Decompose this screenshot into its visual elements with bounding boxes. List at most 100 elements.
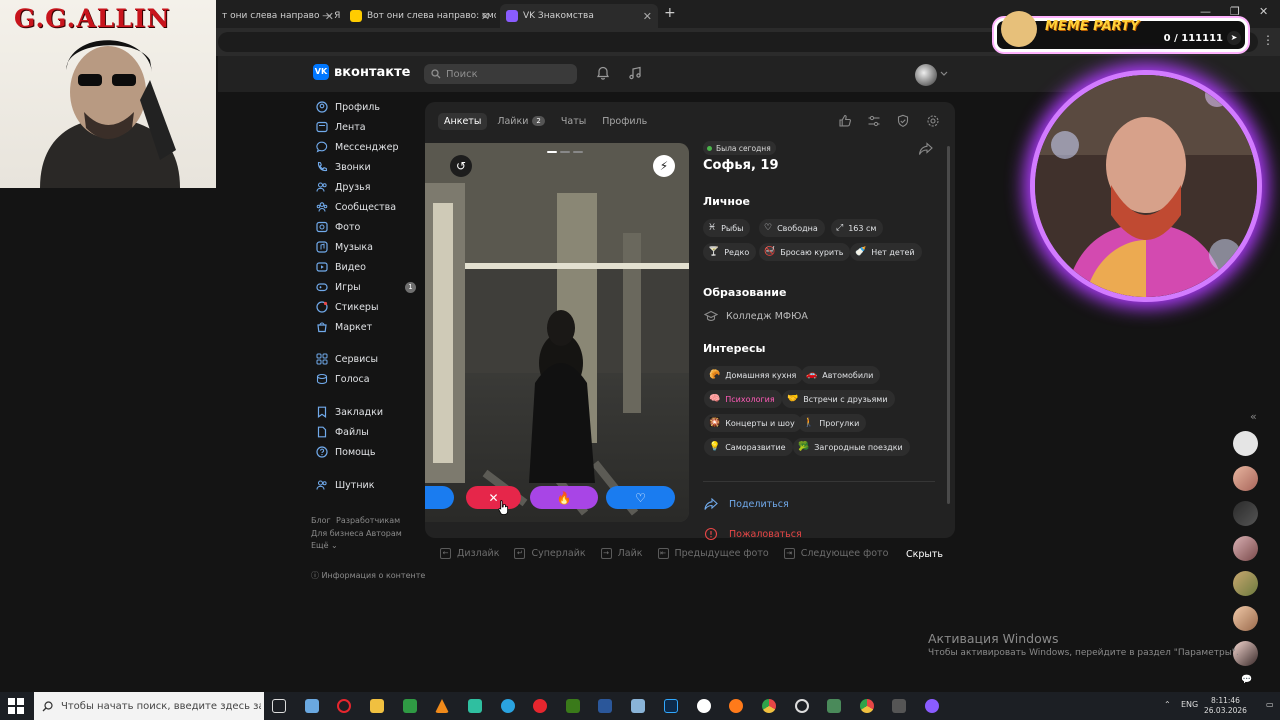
discord-icon[interactable] <box>925 699 939 713</box>
nav-item-votes[interactable]: Голоса <box>310 370 420 388</box>
nav-item-bookmarks[interactable]: Закладки <box>310 403 420 421</box>
share-link[interactable]: Поделиться <box>704 498 789 510</box>
nav-item-games[interactable]: Игры 1 <box>310 278 420 296</box>
nav-item-market[interactable]: Маркет <box>310 318 420 336</box>
app-icon[interactable] <box>566 699 580 713</box>
webcam-overlay <box>1030 70 1262 302</box>
nav-item-stickers[interactable]: Стикеры <box>310 298 420 316</box>
user-avatar[interactable] <box>915 64 937 86</box>
telegram-icon[interactable] <box>501 699 515 713</box>
tab-likes[interactable]: Лайки 2 <box>497 116 545 127</box>
dislike-button[interactable]: ✕ <box>466 486 521 509</box>
windows-start-icon[interactable] <box>8 698 24 714</box>
footer-more[interactable]: Ещё ⌄ <box>311 541 338 550</box>
search-box[interactable] <box>424 64 577 84</box>
app-icon[interactable] <box>892 699 906 713</box>
nav-item-services[interactable]: Сервисы <box>310 350 420 368</box>
language-indicator[interactable]: ENG <box>1181 700 1198 709</box>
profile-photo[interactable] <box>425 143 689 522</box>
task-view-icon[interactable] <box>272 699 286 713</box>
vk-logo[interactable]: VK вконтакте <box>313 64 410 80</box>
app-icon[interactable] <box>795 699 809 713</box>
filters-icon[interactable] <box>867 114 881 128</box>
files-icon <box>317 426 327 438</box>
notifications-icon[interactable]: ▭ <box>1266 700 1274 709</box>
tab-my-profile[interactable]: Профиль <box>602 116 647 127</box>
shield-check-icon[interactable] <box>896 114 910 128</box>
hide-hints-button[interactable]: Скрыть <box>906 549 943 560</box>
tray-chevron-icon[interactable]: ⌃ <box>1164 700 1171 709</box>
app-icon[interactable] <box>468 699 482 713</box>
folder-icon[interactable] <box>370 699 384 713</box>
content-info-link[interactable]: ⓘ Информация о контенте <box>311 570 425 581</box>
nav-item-photos[interactable]: Фото <box>310 218 420 236</box>
gear-icon[interactable] <box>926 114 940 128</box>
footer-link-blog[interactable]: Блог <box>311 516 331 525</box>
avatar[interactable] <box>1233 431 1258 456</box>
browser-menu-icon[interactable]: ⋮ <box>1262 33 1274 47</box>
nav-item-video[interactable]: Видео <box>310 258 420 276</box>
music-note-icon[interactable] <box>628 66 642 80</box>
browser-tab-1[interactable]: т они слева направо — Янд ✕ <box>216 4 340 28</box>
nav-item-friends[interactable]: Друзья <box>310 178 420 196</box>
avatar[interactable] <box>1233 571 1258 596</box>
nav-item-feed[interactable]: Лента <box>310 118 420 136</box>
close-icon[interactable]: ✕ <box>325 10 334 23</box>
opera-gx-icon[interactable] <box>533 699 547 713</box>
thumbs-up-icon[interactable] <box>838 114 852 128</box>
share-icon[interactable] <box>918 142 934 156</box>
report-link[interactable]: Пожаловаться <box>704 527 802 541</box>
new-tab-icon[interactable]: + <box>664 5 676 21</box>
collapse-icon[interactable]: « <box>1250 410 1257 423</box>
chrome-icon[interactable] <box>860 699 874 713</box>
opera-icon[interactable] <box>337 699 351 713</box>
nav-item-music[interactable]: Музыка <box>310 238 420 256</box>
photoshop-icon[interactable] <box>664 699 678 713</box>
bell-icon[interactable] <box>596 66 610 80</box>
avatar[interactable] <box>1233 466 1258 491</box>
boost-button[interactable]: ⚡ <box>653 155 675 177</box>
taskbar-search[interactable] <box>34 692 264 720</box>
chat-bubble-icon[interactable]: 💬 <box>1241 675 1252 685</box>
minimize-icon[interactable]: — <box>1200 5 1211 18</box>
browser-tab-3[interactable]: VK Знакомства ✕ <box>500 4 658 28</box>
close-window-icon[interactable]: ✕ <box>1259 5 1268 18</box>
footer-link-business[interactable]: Для бизнеса <box>311 529 364 538</box>
close-icon[interactable]: ✕ <box>481 10 490 23</box>
footer-link-developers[interactable]: Разработчикам <box>336 516 400 525</box>
app-icon[interactable] <box>403 699 417 713</box>
nav-item-files[interactable]: Файлы <box>310 423 420 441</box>
back-button[interactable] <box>425 486 454 509</box>
firefox-icon[interactable] <box>729 699 743 713</box>
avatar[interactable] <box>1233 606 1258 631</box>
close-icon[interactable]: ✕ <box>643 10 652 23</box>
chrome-icon[interactable] <box>762 699 776 713</box>
avatar[interactable] <box>1233 536 1258 561</box>
browser-tab-2[interactable]: Вот они слева направо: смотр ✕ <box>344 4 496 28</box>
nav-item-calls[interactable]: Звонки <box>310 158 420 176</box>
nav-item-profile[interactable]: Профиль <box>310 98 420 116</box>
chevron-down-icon[interactable] <box>940 71 948 77</box>
word-icon[interactable] <box>598 699 612 713</box>
app-icon[interactable] <box>305 699 319 713</box>
superlike-button[interactable]: 🔥 <box>530 486 598 509</box>
yandex-browser-icon[interactable] <box>697 699 711 713</box>
nav-item-messenger[interactable]: Мессенджер <box>310 138 420 156</box>
nav-item-communities[interactable]: Сообщества <box>310 198 420 216</box>
restore-icon[interactable]: ❐ <box>1230 5 1240 18</box>
tab-chats[interactable]: Чаты <box>561 116 586 127</box>
app-icon[interactable] <box>631 699 645 713</box>
nav-item-help[interactable]: Помощь <box>310 443 420 461</box>
clock[interactable]: 8:11:46 26.03.2026 <box>1204 696 1247 716</box>
search-input[interactable] <box>446 68 566 80</box>
scrollbar[interactable] <box>947 146 950 504</box>
app-icon[interactable] <box>827 699 841 713</box>
footer-link-authors[interactable]: Авторам <box>366 529 402 538</box>
tab-profiles[interactable]: Анкеты <box>438 112 488 130</box>
undo-button[interactable]: ↺ <box>450 155 472 177</box>
taskbar-search-input[interactable] <box>61 700 261 712</box>
avatar[interactable] <box>1233 501 1258 526</box>
nav-item-joker[interactable]: Шутник <box>310 476 420 494</box>
like-button[interactable]: ♡ <box>606 486 675 509</box>
vlc-icon[interactable] <box>435 699 449 713</box>
